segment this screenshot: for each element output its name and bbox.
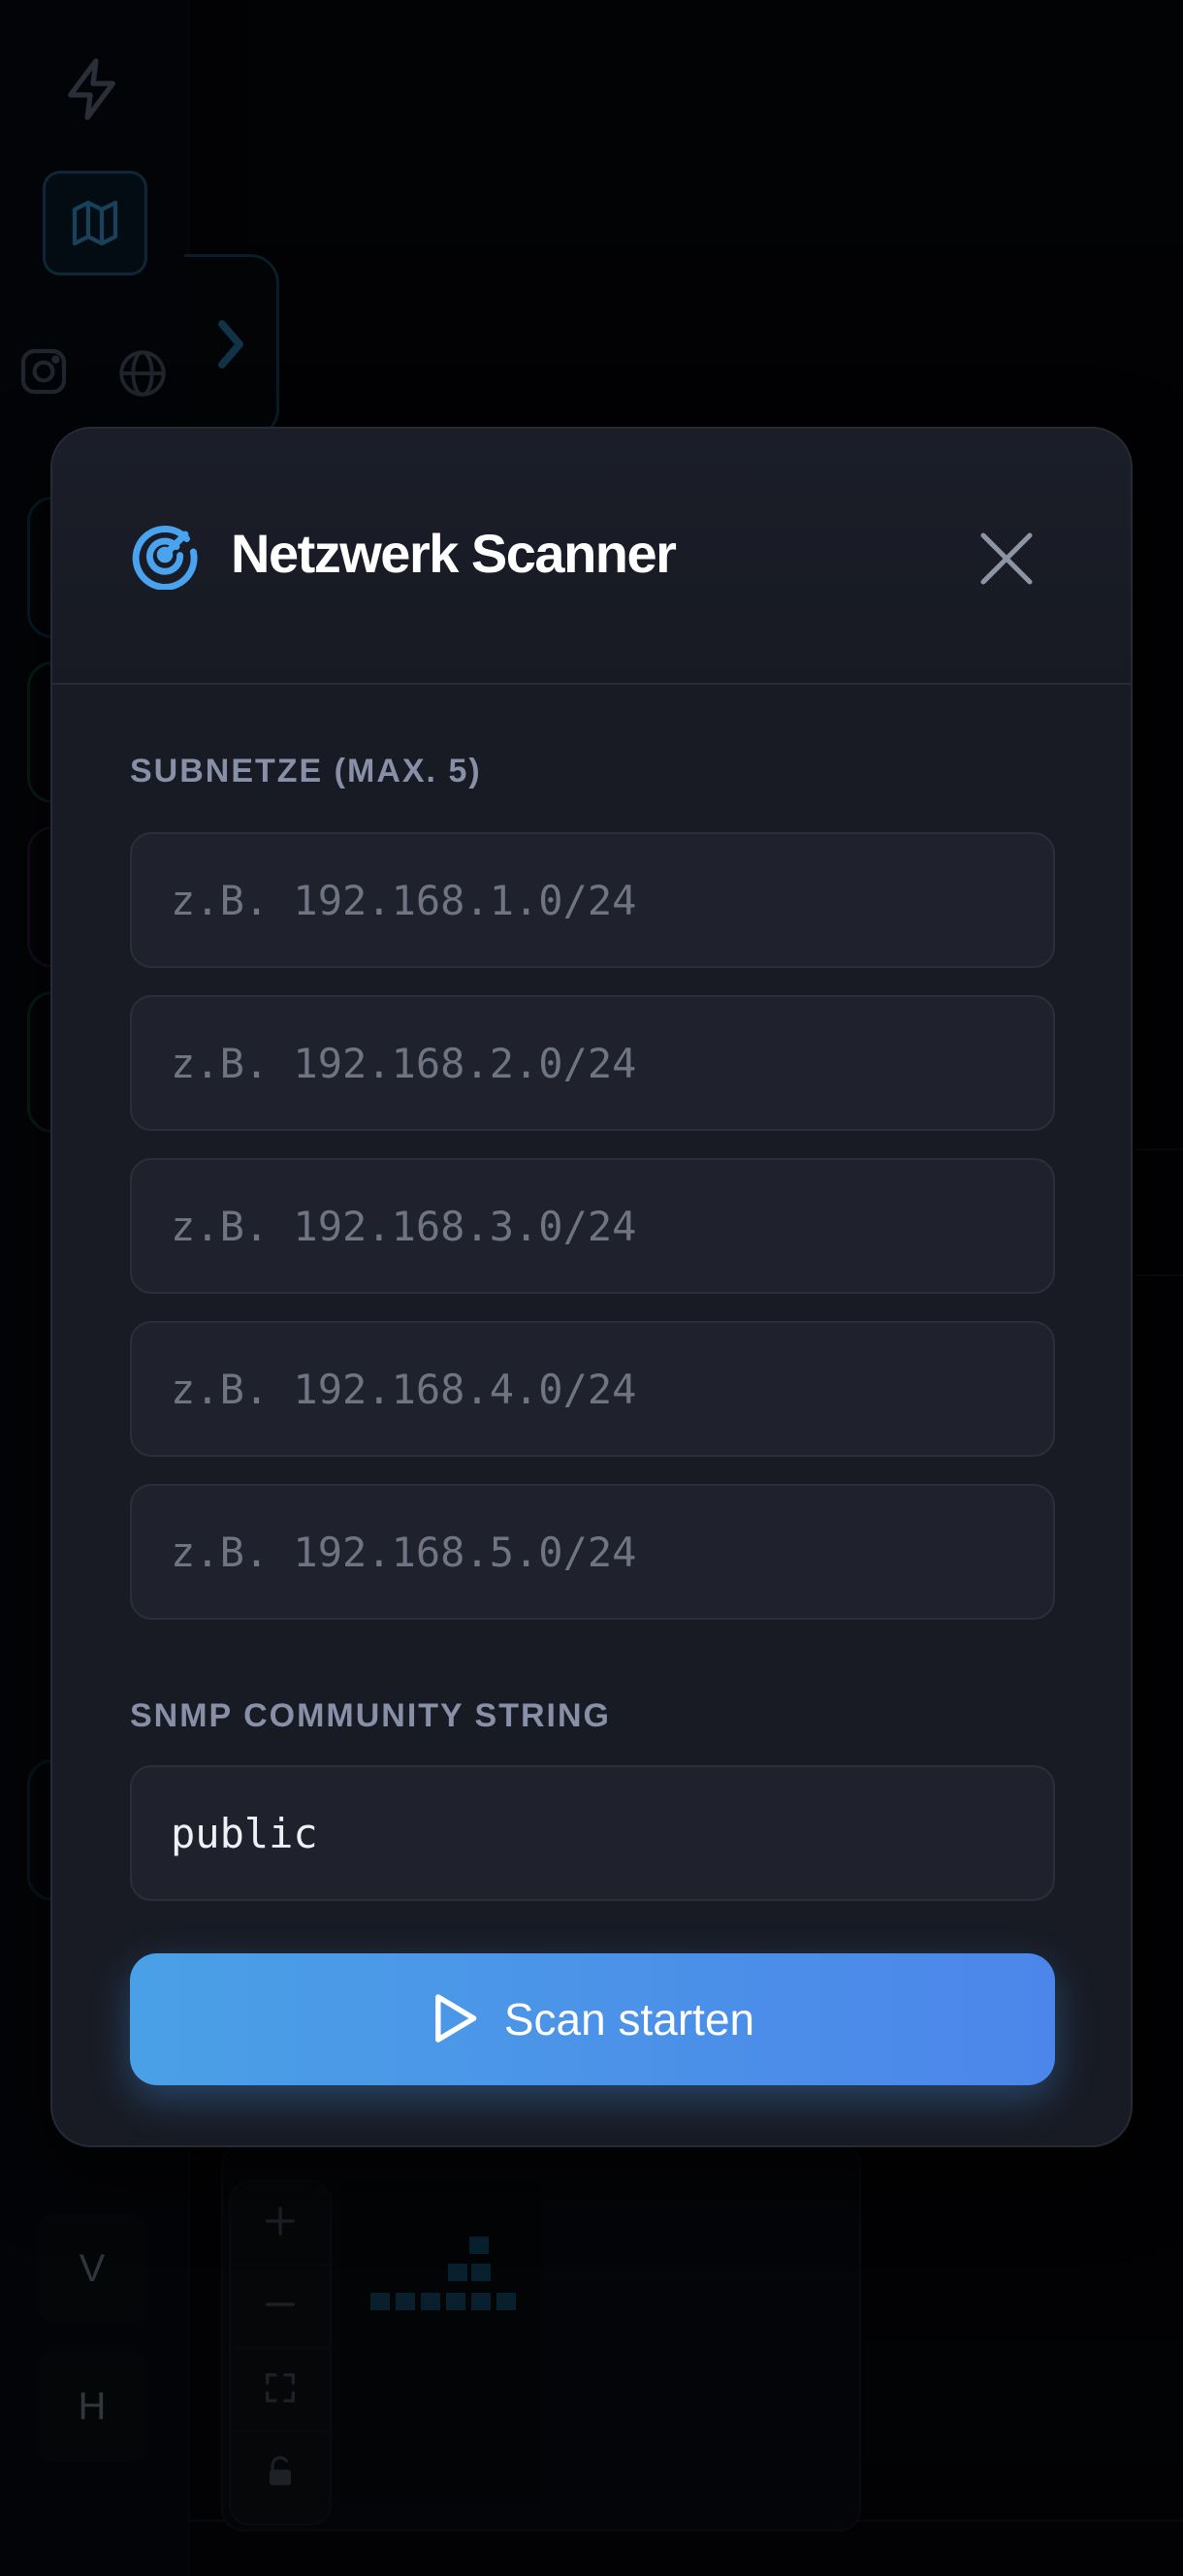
close-button[interactable] [972,526,1041,596]
dialog-header: Netzwerk Scanner [52,429,1131,685]
play-icon [431,1992,479,2047]
snmp-community-input[interactable] [130,1765,1055,1901]
dialog-title: Netzwerk Scanner [231,523,677,584]
network-scanner-dialog: Netzwerk Scanner SUBNETZE (MAX. 5) SNMP … [50,427,1133,2147]
snmp-label: SNMP COMMUNITY STRING [130,1697,611,1734]
close-icon [975,528,1038,595]
subnet-input-2[interactable] [130,995,1055,1131]
subnet-input-3[interactable] [130,1158,1055,1294]
scan-start-label: Scan starten [503,1994,755,2045]
subnet-input-4[interactable] [130,1321,1055,1457]
scan-start-button[interactable]: Scan starten [130,1953,1055,2085]
subnets-label: SUBNETZE (MAX. 5) [130,753,482,789]
subnet-input-1[interactable] [130,832,1055,968]
subnet-input-5[interactable] [130,1484,1055,1620]
radar-icon [130,520,200,591]
app-screen: V H Netzwerk Scanner SUBNETZE (MAX. 5) z… [0,0,1183,2576]
